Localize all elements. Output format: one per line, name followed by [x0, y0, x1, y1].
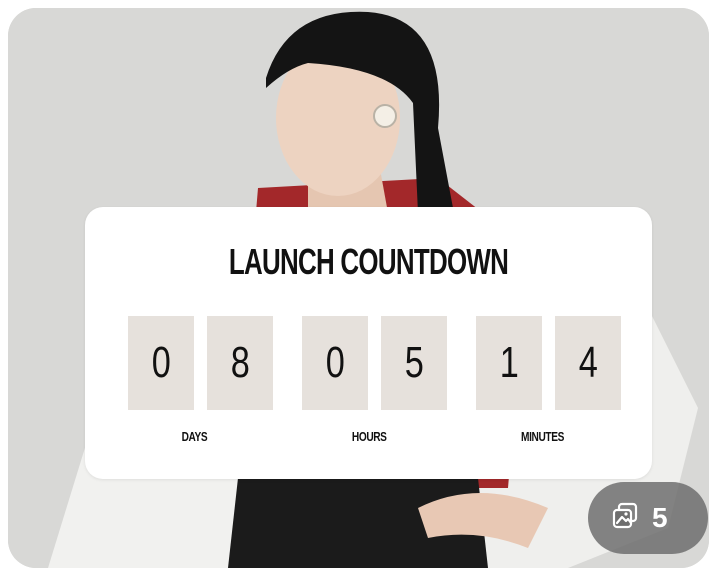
promo-card[interactable]: LAUNCH COUNTDOWN 0 8 0 5 1 4 DAYS HOURS … — [8, 8, 709, 568]
minutes-digit-1: 1 — [476, 316, 542, 410]
days-digit-2: 8 — [207, 316, 273, 410]
gallery-count-badge[interactable]: 5 — [588, 482, 708, 554]
gallery-icon — [610, 501, 640, 536]
minutes-label: MINUTES — [521, 429, 564, 444]
countdown-title: LAUNCH COUNTDOWN — [228, 241, 509, 282]
countdown-panel: LAUNCH COUNTDOWN 0 8 0 5 1 4 DAYS HOURS … — [85, 207, 652, 479]
hours-digit-1: 0 — [302, 316, 368, 410]
minutes-digit-2: 4 — [555, 316, 621, 410]
hours-label: HOURS — [351, 429, 387, 444]
hours-digit-2: 5 — [381, 316, 447, 410]
gallery-count: 5 — [652, 502, 668, 533]
days-label: DAYS — [181, 429, 208, 444]
days-digit-1: 0 — [128, 316, 194, 410]
